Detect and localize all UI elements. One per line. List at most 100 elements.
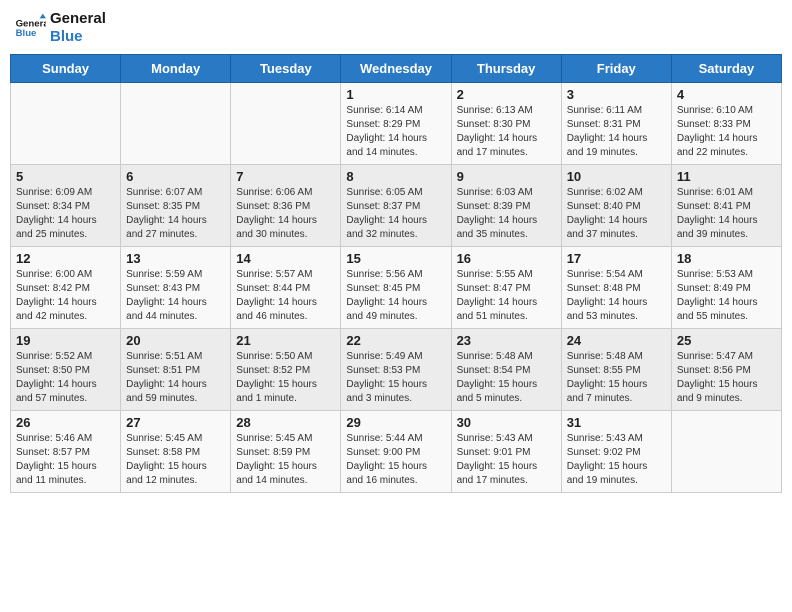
calendar-day-cell: 5 Sunrise: 6:09 AM Sunset: 8:34 PM Daylig… (11, 165, 121, 247)
day-number: 8 (346, 169, 445, 184)
day-number: 1 (346, 87, 445, 102)
day-number: 31 (567, 415, 666, 430)
calendar-day-cell: 18 Sunrise: 5:53 AM Sunset: 8:49 PM Dayli… (671, 247, 781, 329)
day-info: Sunrise: 5:43 AM Sunset: 9:02 PM Dayligh… (567, 432, 666, 488)
calendar-day-cell: 26 Sunrise: 5:46 AM Sunset: 8:57 PM Dayli… (11, 411, 121, 493)
day-info: Sunrise: 6:01 AM Sunset: 8:41 PM Dayligh… (677, 186, 776, 242)
day-number: 13 (126, 251, 225, 266)
calendar-day-cell: 23 Sunrise: 5:48 AM Sunset: 8:54 PM Dayli… (451, 329, 561, 411)
weekday-header-cell: Friday (561, 55, 671, 83)
calendar-day-cell (11, 83, 121, 165)
day-number: 12 (16, 251, 115, 266)
day-number: 3 (567, 87, 666, 102)
calendar-day-cell: 21Sunrise: 5:50 AM Sunset: 8:52 PM Dayli… (231, 329, 341, 411)
day-info: Sunrise: 5:43 AM Sunset: 9:01 PM Dayligh… (457, 432, 556, 488)
day-number: 10 (567, 169, 666, 184)
weekday-header-cell: Wednesday (341, 55, 451, 83)
day-number: 2 (457, 87, 556, 102)
weekday-header-cell: Tuesday (231, 55, 341, 83)
calendar-body: 1 Sunrise: 6:14 AM Sunset: 8:29 PM Daylig… (11, 83, 782, 493)
calendar-day-cell: 6 Sunrise: 6:07 AM Sunset: 8:35 PM Daylig… (121, 165, 231, 247)
weekday-header-cell: Monday (121, 55, 231, 83)
day-info: Sunrise: 6:05 AM Sunset: 8:37 PM Dayligh… (346, 186, 445, 242)
calendar-table: SundayMondayTuesdayWednesdayThursdayFrid… (10, 54, 782, 493)
weekday-header-cell: Sunday (11, 55, 121, 83)
calendar-week-row: 5 Sunrise: 6:09 AM Sunset: 8:34 PM Daylig… (11, 165, 782, 247)
day-number: 15 (346, 251, 445, 266)
day-info: Sunrise: 6:00 AM Sunset: 8:42 PM Dayligh… (16, 268, 115, 324)
logo-blue: Blue (50, 28, 106, 46)
day-info: Sunrise: 6:02 AM Sunset: 8:40 PM Dayligh… (567, 186, 666, 242)
day-number: 26 (16, 415, 115, 430)
calendar-week-row: 26 Sunrise: 5:46 AM Sunset: 8:57 PM Dayli… (11, 411, 782, 493)
calendar-day-cell: 25Sunrise: 5:47 AM Sunset: 8:56 PM Dayli… (671, 329, 781, 411)
calendar-week-row: 1 Sunrise: 6:14 AM Sunset: 8:29 PM Daylig… (11, 83, 782, 165)
day-number: 9 (457, 169, 556, 184)
logo-general: General (50, 10, 106, 28)
day-info: Sunrise: 5:45 AM Sunset: 8:58 PM Dayligh… (126, 432, 225, 488)
calendar-day-cell: 10 Sunrise: 6:02 AM Sunset: 8:40 PM Dayli… (561, 165, 671, 247)
calendar-day-cell: 29 Sunrise: 5:44 AM Sunset: 9:00 PM Dayli… (341, 411, 451, 493)
day-number: 20 (126, 333, 225, 348)
calendar-day-cell: 4Sunrise: 6:10 AM Sunset: 8:33 PM Daylig… (671, 83, 781, 165)
day-info: Sunrise: 5:57 AM Sunset: 8:44 PM Dayligh… (236, 268, 335, 324)
day-info: Sunrise: 5:54 AM Sunset: 8:48 PM Dayligh… (567, 268, 666, 324)
calendar-day-cell: 9Sunrise: 6:03 AM Sunset: 8:39 PM Daylig… (451, 165, 561, 247)
day-info: Sunrise: 5:51 AM Sunset: 8:51 PM Dayligh… (126, 350, 225, 406)
weekday-header-cell: Thursday (451, 55, 561, 83)
day-number: 5 (16, 169, 115, 184)
day-number: 16 (457, 251, 556, 266)
calendar-day-cell: 3Sunrise: 6:11 AM Sunset: 8:31 PM Daylig… (561, 83, 671, 165)
calendar-day-cell: 7Sunrise: 6:06 AM Sunset: 8:36 PM Daylig… (231, 165, 341, 247)
calendar-day-cell: 8 Sunrise: 6:05 AM Sunset: 8:37 PM Daylig… (341, 165, 451, 247)
day-info: Sunrise: 5:52 AM Sunset: 8:50 PM Dayligh… (16, 350, 115, 406)
day-info: Sunrise: 5:48 AM Sunset: 8:55 PM Dayligh… (567, 350, 666, 406)
day-info: Sunrise: 6:13 AM Sunset: 8:30 PM Dayligh… (457, 104, 556, 160)
day-number: 6 (126, 169, 225, 184)
calendar-day-cell: 31 Sunrise: 5:43 AM Sunset: 9:02 PM Dayli… (561, 411, 671, 493)
weekday-header-row: SundayMondayTuesdayWednesdayThursdayFrid… (11, 55, 782, 83)
calendar-day-cell: 24Sunrise: 5:48 AM Sunset: 8:55 PM Dayli… (561, 329, 671, 411)
calendar-day-cell (231, 83, 341, 165)
calendar-day-cell: 12 Sunrise: 6:00 AM Sunset: 8:42 PM Dayli… (11, 247, 121, 329)
calendar-day-cell: 15 Sunrise: 5:56 AM Sunset: 8:45 PM Dayli… (341, 247, 451, 329)
calendar-day-cell: 11 Sunrise: 6:01 AM Sunset: 8:41 PM Dayli… (671, 165, 781, 247)
calendar-day-cell: 13 Sunrise: 5:59 AM Sunset: 8:43 PM Dayli… (121, 247, 231, 329)
day-info: Sunrise: 5:45 AM Sunset: 8:59 PM Dayligh… (236, 432, 335, 488)
calendar-day-cell (671, 411, 781, 493)
day-number: 7 (236, 169, 335, 184)
calendar-day-cell: 19 Sunrise: 5:52 AM Sunset: 8:50 PM Dayli… (11, 329, 121, 411)
day-info: Sunrise: 6:07 AM Sunset: 8:35 PM Dayligh… (126, 186, 225, 242)
day-info: Sunrise: 5:47 AM Sunset: 8:56 PM Dayligh… (677, 350, 776, 406)
day-info: Sunrise: 5:44 AM Sunset: 9:00 PM Dayligh… (346, 432, 445, 488)
weekday-header-cell: Saturday (671, 55, 781, 83)
day-info: Sunrise: 5:46 AM Sunset: 8:57 PM Dayligh… (16, 432, 115, 488)
calendar-day-cell: 2 Sunrise: 6:13 AM Sunset: 8:30 PM Daylig… (451, 83, 561, 165)
day-number: 28 (236, 415, 335, 430)
day-number: 4 (677, 87, 776, 102)
calendar-day-cell (121, 83, 231, 165)
day-number: 23 (457, 333, 556, 348)
day-info: Sunrise: 5:53 AM Sunset: 8:49 PM Dayligh… (677, 268, 776, 324)
calendar-day-cell: 16Sunrise: 5:55 AM Sunset: 8:47 PM Dayli… (451, 247, 561, 329)
day-info: Sunrise: 5:50 AM Sunset: 8:52 PM Dayligh… (236, 350, 335, 406)
svg-text:Blue: Blue (16, 28, 37, 39)
calendar-day-cell: 28 Sunrise: 5:45 AM Sunset: 8:59 PM Dayli… (231, 411, 341, 493)
day-info: Sunrise: 5:49 AM Sunset: 8:53 PM Dayligh… (346, 350, 445, 406)
day-number: 22 (346, 333, 445, 348)
logo: General Blue General Blue (14, 10, 106, 46)
day-number: 11 (677, 169, 776, 184)
day-number: 19 (16, 333, 115, 348)
day-number: 29 (346, 415, 445, 430)
calendar-day-cell: 30Sunrise: 5:43 AM Sunset: 9:01 PM Dayli… (451, 411, 561, 493)
day-number: 27 (126, 415, 225, 430)
day-number: 18 (677, 251, 776, 266)
day-info: Sunrise: 5:56 AM Sunset: 8:45 PM Dayligh… (346, 268, 445, 324)
calendar-day-cell: 20 Sunrise: 5:51 AM Sunset: 8:51 PM Dayli… (121, 329, 231, 411)
day-info: Sunrise: 6:09 AM Sunset: 8:34 PM Dayligh… (16, 186, 115, 242)
day-info: Sunrise: 5:59 AM Sunset: 8:43 PM Dayligh… (126, 268, 225, 324)
calendar-day-cell: 17Sunrise: 5:54 AM Sunset: 8:48 PM Dayli… (561, 247, 671, 329)
day-info: Sunrise: 5:48 AM Sunset: 8:54 PM Dayligh… (457, 350, 556, 406)
day-info: Sunrise: 6:14 AM Sunset: 8:29 PM Dayligh… (346, 104, 445, 160)
calendar-day-cell: 14Sunrise: 5:57 AM Sunset: 8:44 PM Dayli… (231, 247, 341, 329)
